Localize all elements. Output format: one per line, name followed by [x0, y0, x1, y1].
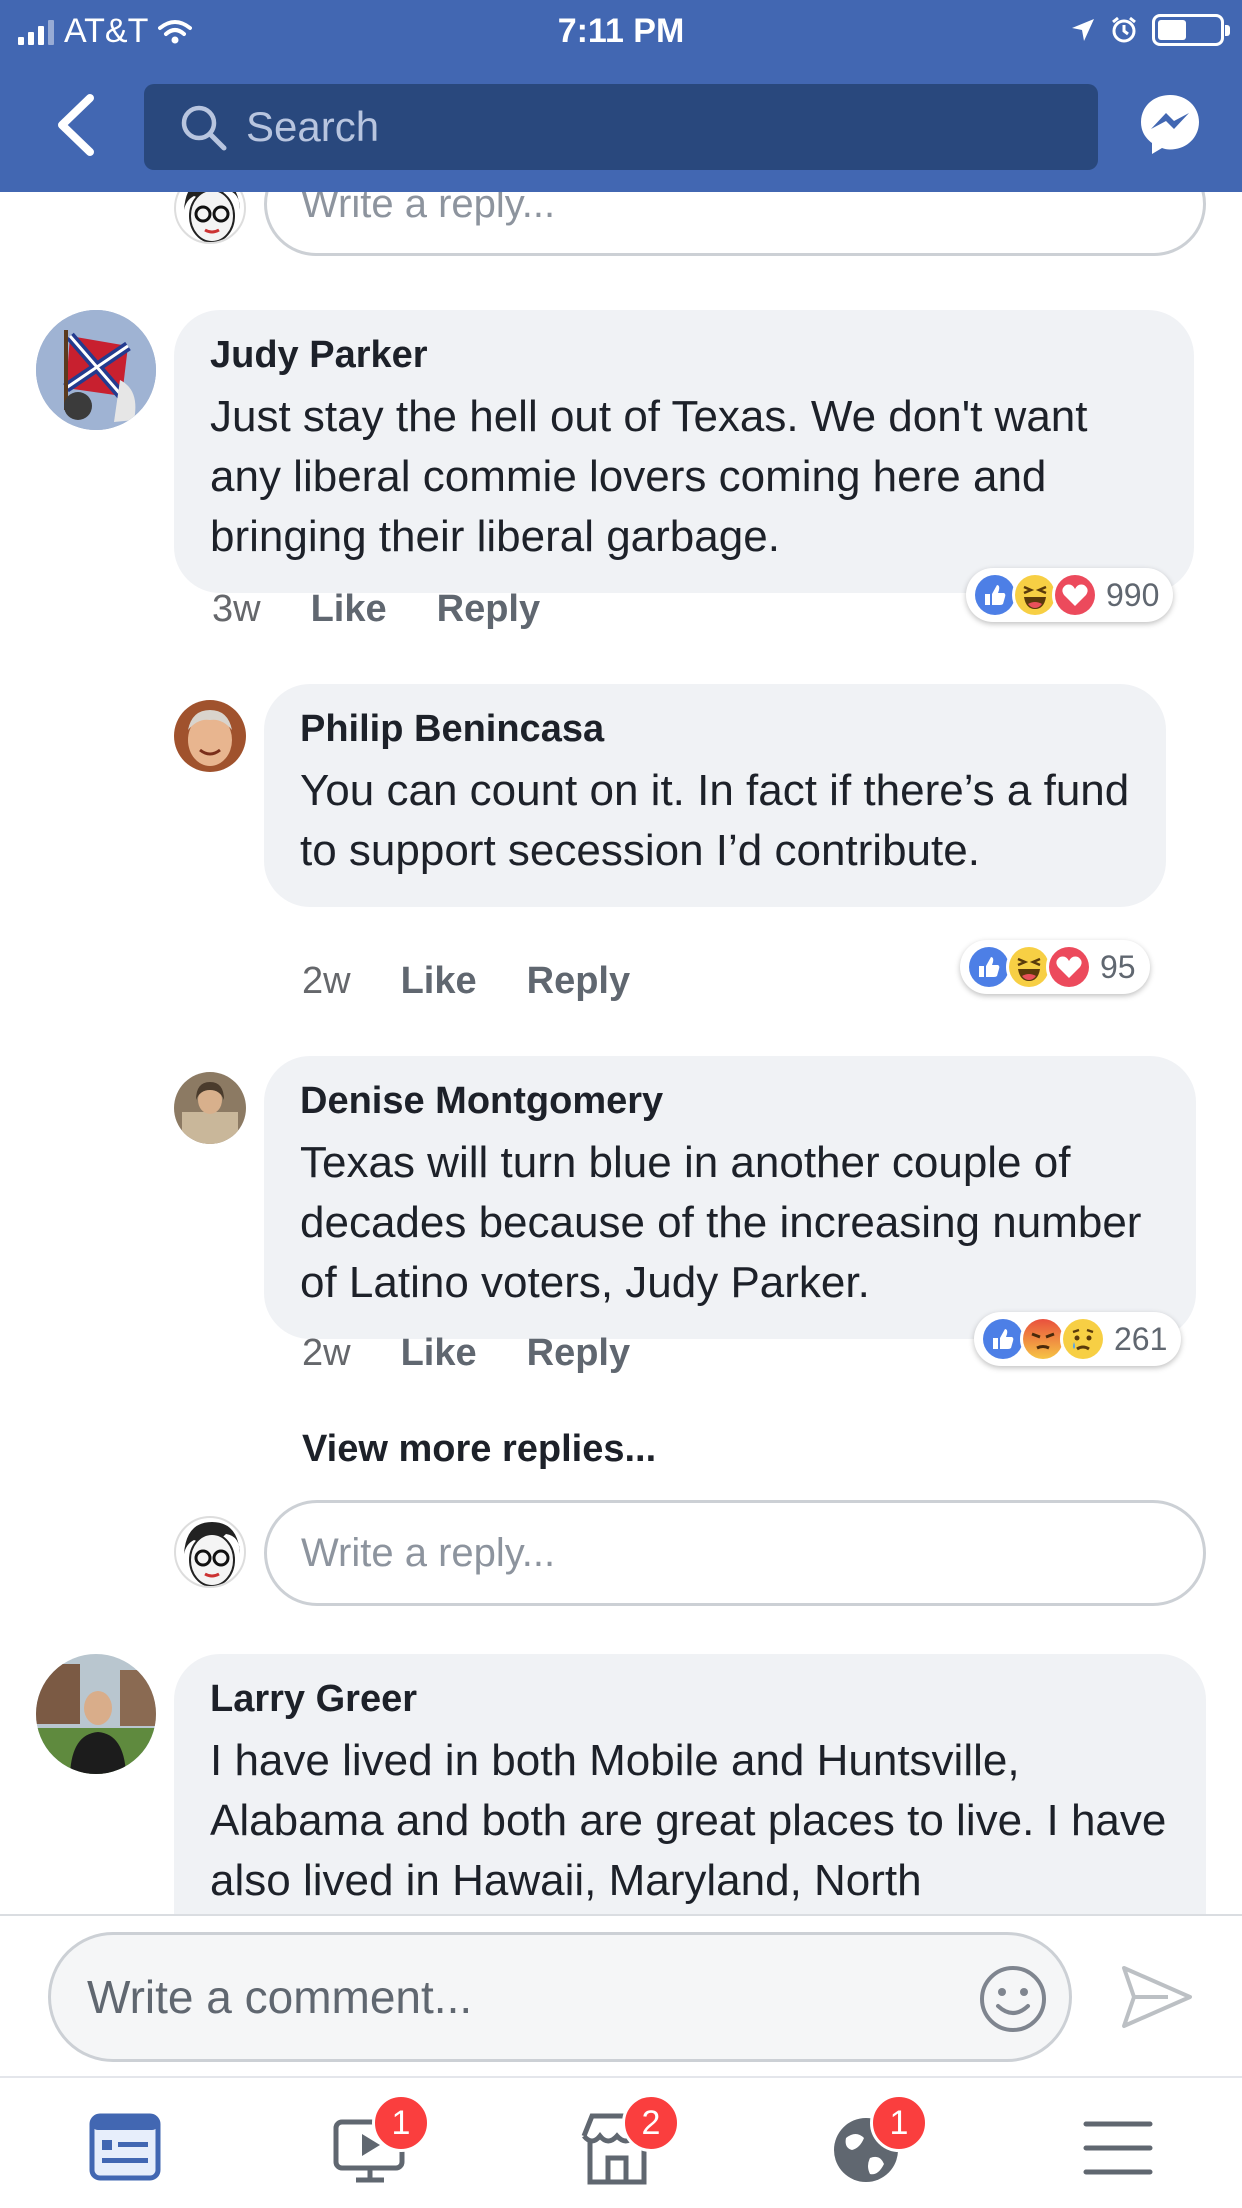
messenger-button[interactable] [1138, 92, 1202, 156]
status-indicators [1070, 14, 1230, 46]
like-button[interactable]: Like [311, 588, 387, 631]
search-icon [181, 105, 227, 151]
status-bar: AT&T 7:11 PM [0, 0, 1242, 62]
reaction-count: 990 [1106, 576, 1160, 613]
watch-notification-badge: 1 [372, 2094, 430, 2152]
love-reaction-icon [1052, 572, 1098, 618]
tab-marketplace[interactable]: 2 [574, 2094, 680, 2188]
reaction-count: 95 [1100, 948, 1136, 985]
comment-placeholder: Write a comment... [87, 1971, 473, 2023]
comment-author[interactable]: Judy Parker [210, 334, 1158, 377]
location-icon [1072, 19, 1094, 41]
view-more-replies-link[interactable]: View more replies... [302, 1428, 656, 1471]
comment-bubble-denise-montgomery[interactable]: Denise Montgomery Texas will turn blue i… [264, 1056, 1196, 1339]
tab-menu[interactable] [1078, 2108, 1168, 2188]
reaction-summary[interactable]: 95 [960, 940, 1150, 994]
comment-author[interactable]: Denise Montgomery [300, 1080, 1160, 1123]
comment-bubble-philip-benincasa[interactable]: Philip Benincasa You can count on it. In… [264, 684, 1166, 907]
comment-actions: 2w Like Reply [302, 960, 630, 1003]
marketplace-notification-badge: 2 [622, 2094, 680, 2152]
comment-text: You can count on it. In fact if there’s … [300, 766, 1130, 875]
bottom-tab-bar: 1 2 1 [0, 2076, 1242, 2208]
current-user-avatar [174, 1516, 246, 1588]
reply-placeholder: Write a reply... [301, 1530, 556, 1575]
comment-age: 3w [212, 588, 261, 630]
emoji-button[interactable] [978, 1964, 1048, 2034]
hamburger-menu-icon [1083, 2121, 1153, 2175]
comment-bubble-judy-parker[interactable]: Judy Parker Just stay the hell out of Te… [174, 310, 1194, 593]
comment-age: 2w [302, 960, 351, 1002]
reply-input-top[interactable]: Write a reply... [264, 192, 1206, 256]
comment-text: I have lived in both Mobile and Huntsvil… [210, 1736, 1167, 1905]
avatar-denise-montgomery[interactable] [174, 1072, 246, 1144]
search-input[interactable]: Search [144, 84, 1098, 170]
like-button[interactable]: Like [401, 960, 477, 1003]
like-button[interactable]: Like [401, 1332, 477, 1375]
avatar-philip-benincasa[interactable] [174, 700, 246, 772]
comment-composer: Write a comment... [0, 1914, 1242, 2076]
comment-age: 2w [302, 1332, 351, 1374]
back-button[interactable] [48, 90, 108, 160]
comment-text: Just stay the hell out of Texas. We don'… [210, 392, 1088, 561]
alarm-icon [1112, 16, 1136, 43]
tab-watch[interactable]: 1 [328, 2094, 430, 2188]
send-button[interactable] [1120, 1962, 1194, 2032]
notifications-badge: 1 [870, 2094, 928, 2152]
reply-button[interactable]: Reply [527, 960, 630, 1003]
current-user-avatar [174, 192, 246, 244]
reaction-count: 261 [1114, 1320, 1168, 1357]
comment-text: Texas will turn blue in another couple o… [300, 1138, 1142, 1307]
status-time: 7:11 PM [557, 12, 685, 50]
tab-news-feed[interactable] [82, 2108, 172, 2188]
news-feed-icon [89, 2113, 161, 2181]
comment-bubble-larry-greer[interactable]: Larry Greer I have lived in both Mobile … [174, 1654, 1206, 1914]
search-placeholder: Search [246, 103, 380, 150]
avatar-larry-greer[interactable] [36, 1654, 156, 1774]
comment-actions: 2w Like Reply [302, 1332, 630, 1375]
top-navigation-bar: AT&T 7:11 PM Search [0, 0, 1242, 192]
comment-input[interactable]: Write a comment... [48, 1932, 1072, 2062]
reply-button[interactable]: Reply [527, 1332, 630, 1375]
comment-actions: 3w Like Reply [212, 588, 540, 631]
comments-feed[interactable]: Write a reply... Judy Parker Just stay t… [0, 192, 1242, 1914]
battery-icon [1152, 14, 1230, 46]
comment-author[interactable]: Philip Benincasa [300, 708, 1130, 751]
sad-reaction-icon [1060, 1316, 1106, 1362]
reply-button[interactable]: Reply [437, 588, 540, 631]
love-reaction-icon [1046, 944, 1092, 990]
reaction-summary[interactable]: 261 [974, 1312, 1182, 1366]
reaction-summary[interactable]: 990 [966, 568, 1174, 622]
comment-author[interactable]: Larry Greer [210, 1678, 1170, 1721]
avatar-judy-parker[interactable] [36, 310, 156, 430]
tab-notifications[interactable]: 1 [826, 2094, 928, 2188]
reply-input[interactable]: Write a reply... [264, 1500, 1206, 1606]
reply-placeholder: Write a reply... [301, 192, 556, 226]
